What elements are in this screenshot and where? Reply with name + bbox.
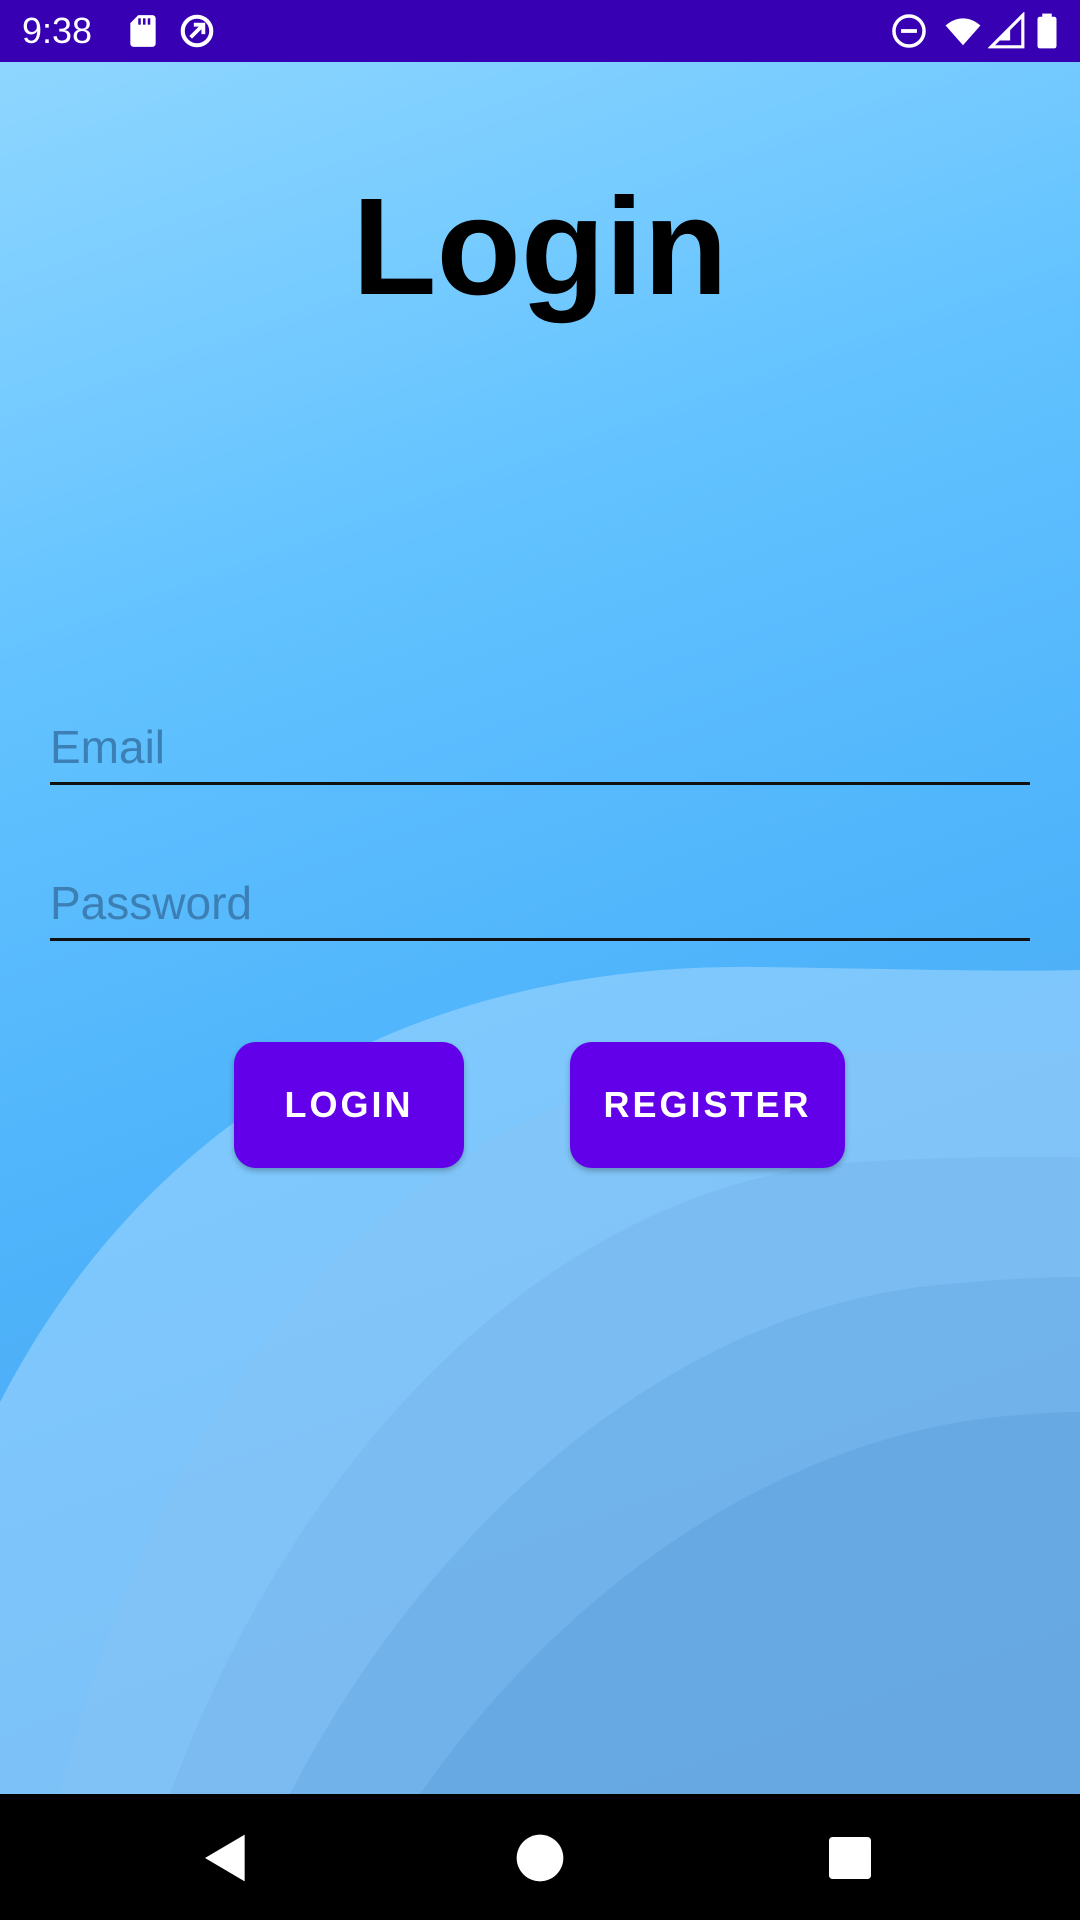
back-icon[interactable] <box>198 1830 254 1886</box>
login-button[interactable]: LOGIN <box>234 1042 464 1168</box>
signal-icon <box>988 12 1026 50</box>
navigation-bar <box>0 1794 1080 1920</box>
do-not-disturb-icon <box>890 12 928 50</box>
status-time: 9:38 <box>22 10 93 51</box>
password-field[interactable] <box>50 868 1030 938</box>
password-field-container <box>50 868 1030 941</box>
recents-icon[interactable] <box>822 1830 878 1886</box>
data-saver-icon <box>178 12 216 50</box>
status-bar: 9:38 <box>0 0 1080 62</box>
email-field-container <box>50 712 1030 785</box>
sd-card-icon <box>124 12 162 50</box>
email-field[interactable] <box>50 712 1030 782</box>
battery-icon <box>1030 12 1064 50</box>
register-button[interactable]: REGISTER <box>570 1042 845 1168</box>
login-content: Login LOGIN REGISTER <box>0 62 1080 1794</box>
page-title: Login <box>352 170 728 324</box>
home-icon[interactable] <box>512 1830 568 1886</box>
wifi-icon <box>944 12 982 50</box>
login-screen: 9:38 Login Email LOGIN REGISTER <box>0 0 1080 1920</box>
